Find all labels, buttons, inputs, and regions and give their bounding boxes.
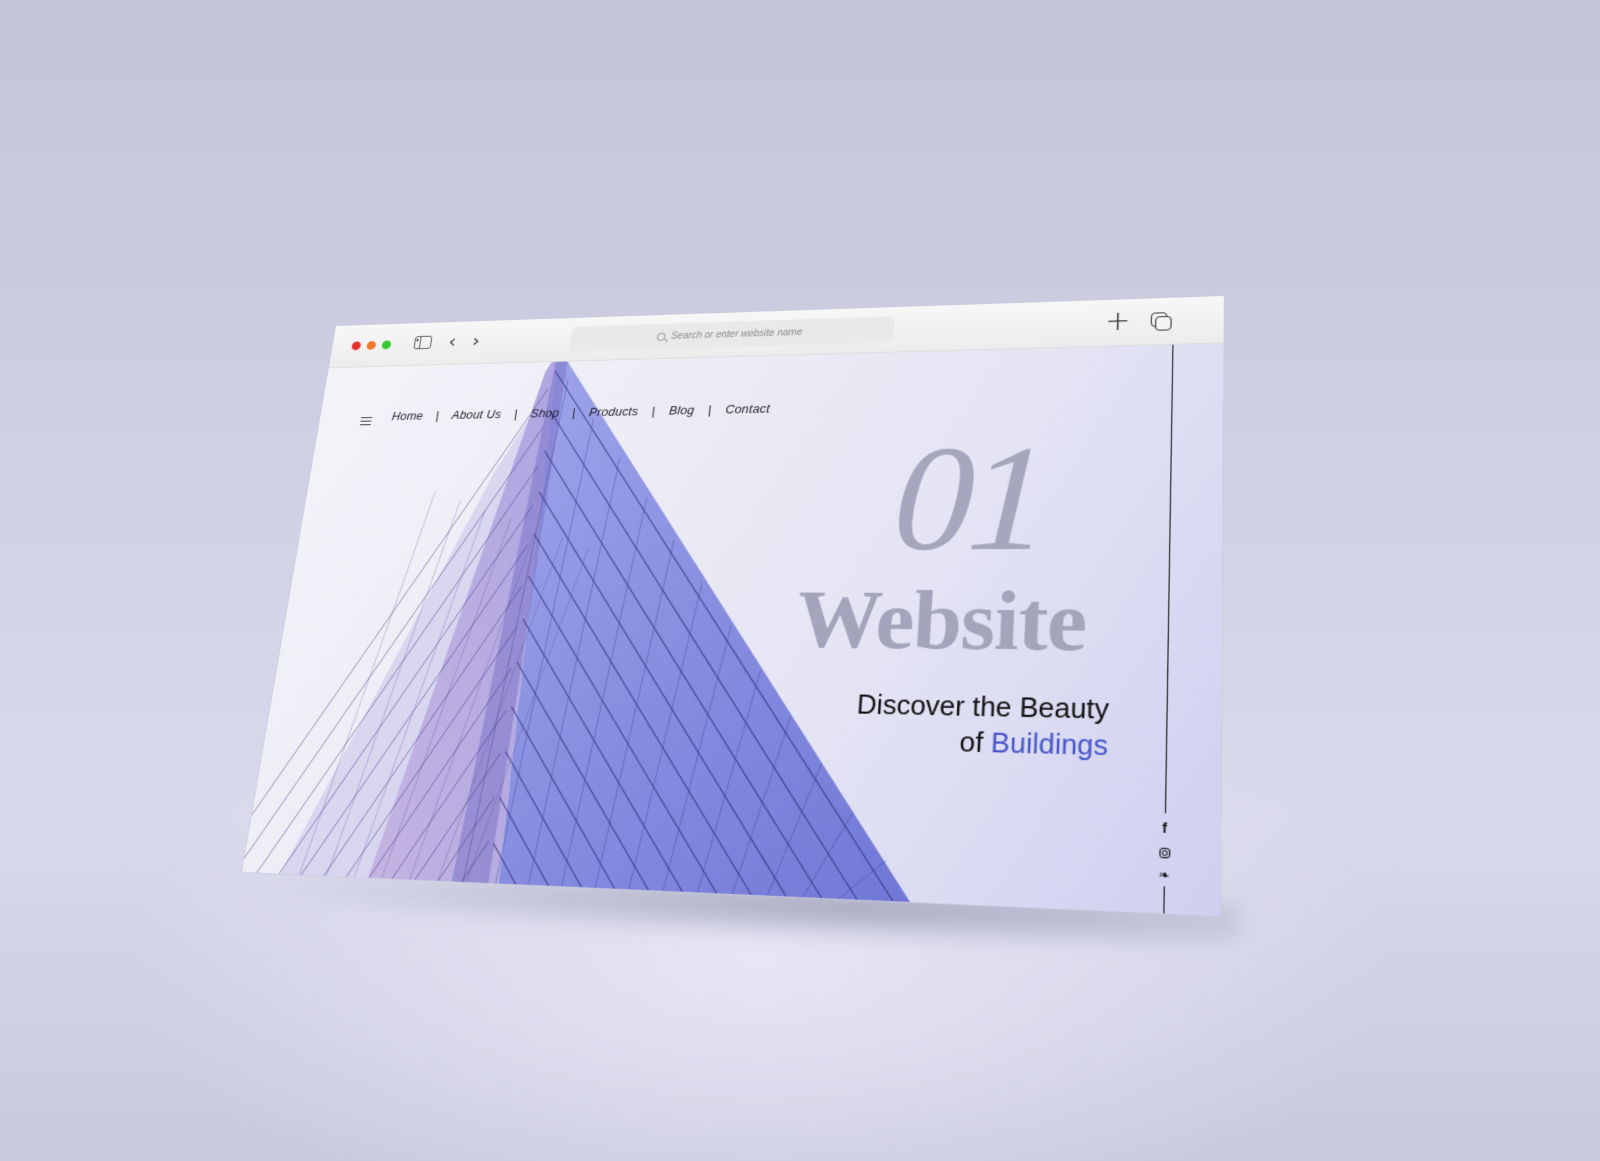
nav-link-about-us[interactable]: About Us bbox=[451, 408, 502, 422]
nav-link-shop[interactable]: Shop bbox=[530, 407, 560, 420]
sidebar-toggle-icon[interactable] bbox=[413, 335, 433, 350]
search-icon bbox=[656, 332, 666, 341]
mockup-stage: ‹ › Search or enter website name + Home … bbox=[0, 0, 1600, 1161]
nav-link-blog[interactable]: Blog bbox=[668, 404, 695, 418]
twitter-icon[interactable]: ❧ bbox=[1154, 866, 1174, 883]
hero-title: Website bbox=[792, 575, 1088, 670]
maximize-window-button[interactable] bbox=[381, 340, 392, 350]
nav-separator: | bbox=[707, 403, 713, 417]
tagline-line-2: of Buildings bbox=[853, 723, 1109, 765]
facebook-icon[interactable]: f bbox=[1155, 820, 1175, 837]
tagline-line-1: Discover the Beauty bbox=[855, 690, 1110, 726]
forward-icon[interactable]: › bbox=[471, 330, 481, 351]
instagram-icon[interactable] bbox=[1154, 844, 1174, 861]
nav-link-contact[interactable]: Contact bbox=[725, 402, 771, 416]
hamburger-menu-icon[interactable] bbox=[359, 417, 373, 426]
tagline-accent: Buildings bbox=[990, 728, 1109, 762]
tagline-prefix: of bbox=[958, 727, 992, 759]
address-bar[interactable]: Search or enter website name bbox=[568, 316, 896, 352]
tabs-overview-icon[interactable] bbox=[1150, 312, 1173, 332]
nav-separator: | bbox=[513, 407, 519, 421]
browser-window: ‹ › Search or enter website name + Home … bbox=[241, 295, 1224, 916]
minimize-window-button[interactable] bbox=[366, 340, 377, 350]
address-bar-placeholder: Search or enter website name bbox=[670, 327, 803, 342]
hero-tagline: Discover the Beauty of Buildings bbox=[853, 688, 1109, 765]
nav-separator: | bbox=[434, 409, 441, 423]
hero-number: 01 bbox=[888, 415, 1047, 584]
back-icon[interactable]: ‹ bbox=[447, 331, 457, 352]
nav-separator: | bbox=[571, 406, 577, 420]
page-content: Home | About Us | Shop | Products | Blog… bbox=[241, 343, 1224, 916]
close-window-button[interactable] bbox=[351, 341, 362, 351]
new-tab-icon[interactable]: + bbox=[1105, 305, 1131, 337]
nav-separator: | bbox=[651, 404, 656, 418]
nav-link-products[interactable]: Products bbox=[588, 405, 639, 419]
nav-link-home[interactable]: Home bbox=[391, 410, 424, 423]
